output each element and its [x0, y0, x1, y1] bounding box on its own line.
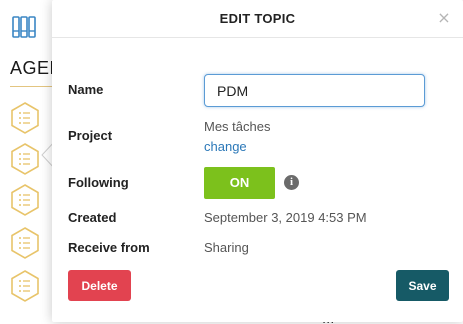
following-toggle[interactable]: ON: [204, 167, 275, 199]
hexagon-list-icon[interactable]: [10, 269, 40, 303]
save-button[interactable]: Save: [396, 270, 449, 301]
edit-topic-dialog: EDIT TOPIC × Name Project Mes tâches cha…: [52, 0, 463, 322]
project-value: Mes tâches: [204, 119, 271, 134]
name-label: Name: [68, 82, 104, 97]
books-icon[interactable]: [11, 14, 37, 40]
close-icon[interactable]: ×: [435, 9, 453, 27]
created-value: September 3, 2019 4:53 PM: [204, 210, 367, 225]
dialog-title: EDIT TOPIC: [219, 11, 296, 26]
receive-from-value: Sharing: [204, 240, 249, 255]
receive-from-label: Receive from: [68, 240, 150, 255]
project-change-link[interactable]: change: [204, 139, 247, 154]
hexagon-list-icon[interactable]: [10, 183, 40, 217]
hexagon-list-icon[interactable]: [10, 226, 40, 260]
dialog-header: EDIT TOPIC ×: [52, 0, 463, 38]
delete-button[interactable]: Delete: [68, 270, 131, 301]
hexagon-list-icon[interactable]: [10, 101, 40, 135]
following-label: Following: [68, 175, 129, 190]
project-label: Project: [68, 128, 113, 143]
hexagon-list-icon[interactable]: [10, 142, 40, 176]
name-input[interactable]: [204, 74, 425, 107]
created-label: Created: [68, 210, 117, 225]
info-icon[interactable]: i: [284, 175, 299, 190]
